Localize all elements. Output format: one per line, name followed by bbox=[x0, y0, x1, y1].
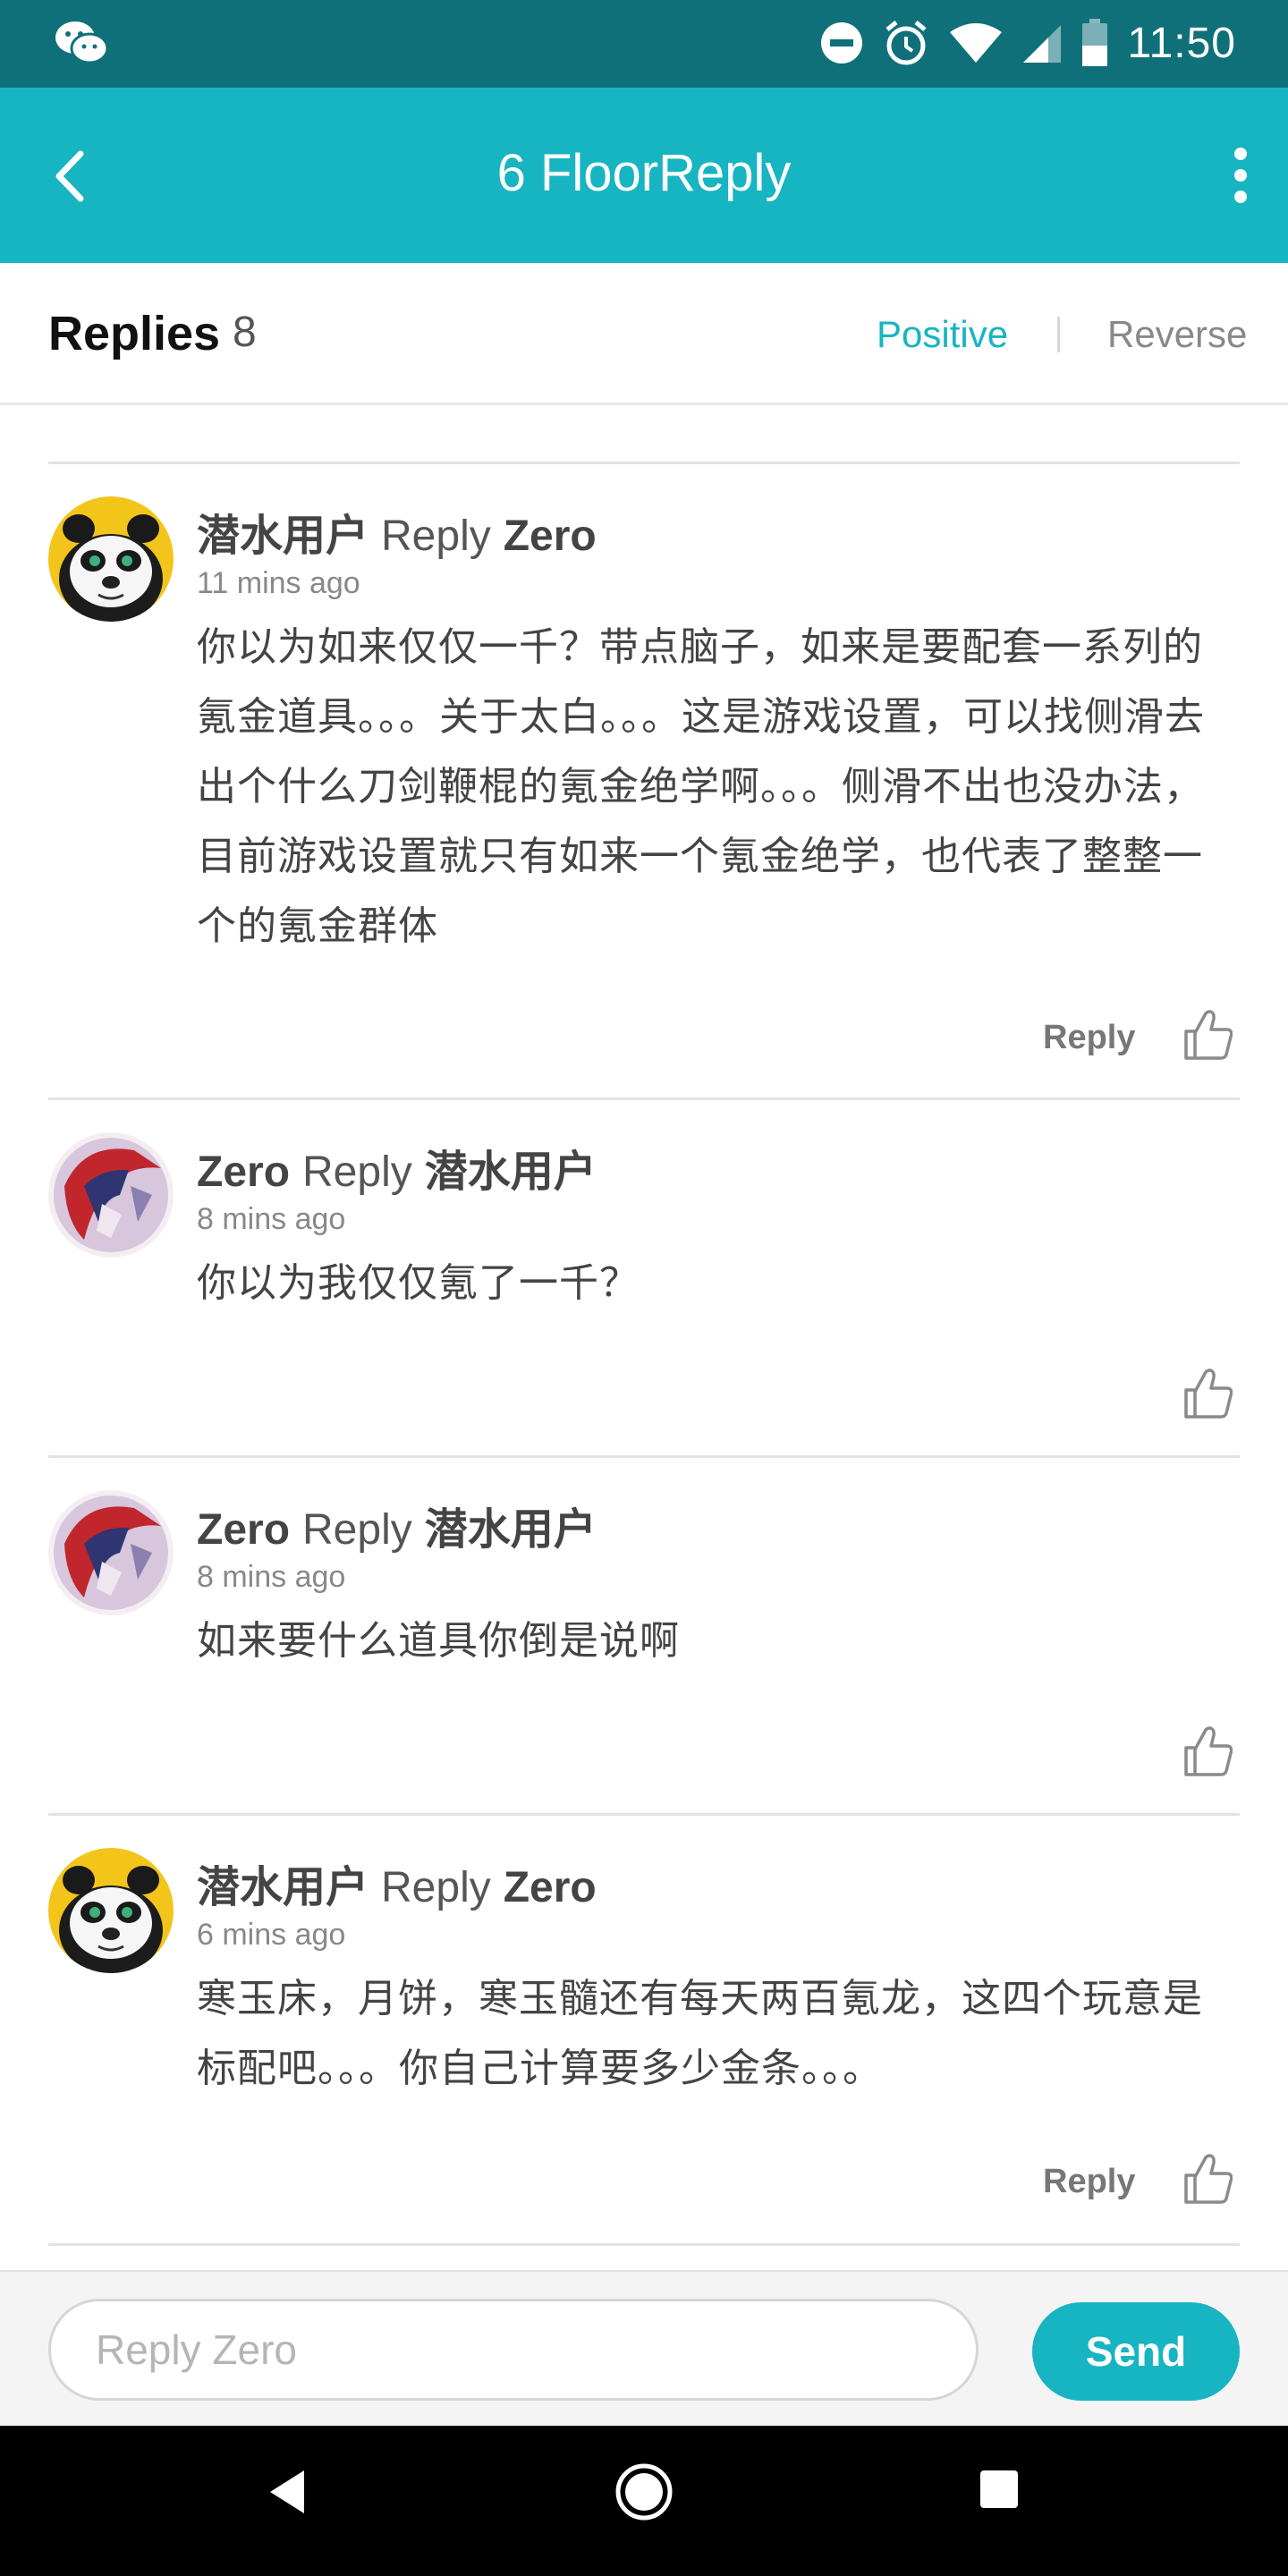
comment-item: 潜水用户 Reply Zero 11 mins ago 你以为如来仅仅一千？带点脑子… bbox=[0, 464, 1288, 1097]
thumbs-up-icon[interactable] bbox=[1182, 1367, 1233, 1420]
comment-text: 如来要什么道具你倒是说啊 bbox=[197, 1618, 680, 1664]
reply-composer: Reply Zero Send bbox=[0, 2270, 1288, 2428]
system-nav-bar bbox=[0, 2426, 1288, 2576]
sort-positive-tab[interactable]: Positive bbox=[877, 313, 1008, 356]
signal-icon bbox=[1023, 25, 1062, 63]
comment-item: Zero Reply 潜水用户 8 mins ago 你以为我仅仅氪了一千？ bbox=[0, 1100, 1288, 1455]
thumbs-up-icon[interactable] bbox=[1182, 1724, 1233, 1778]
comment-text: 你以为如来仅仅一千？带点脑子，如来是要配套一系列的氪金道具。。。关于太白。。。这… bbox=[197, 624, 1205, 949]
more-vert-icon[interactable] bbox=[1225, 143, 1256, 208]
do-not-disturb-icon bbox=[821, 22, 863, 64]
reply-word: Reply bbox=[381, 513, 491, 560]
comment-author[interactable]: Zero bbox=[197, 1506, 290, 1554]
comment-author[interactable]: 潜水用户 bbox=[197, 1864, 369, 1911]
page-title: 6 FloorReply bbox=[496, 144, 792, 202]
status-bar: 11:50 bbox=[0, 0, 1288, 88]
reply-target[interactable]: Zero bbox=[504, 513, 597, 560]
replies-label: Replies bbox=[48, 307, 221, 360]
thumbs-up-icon[interactable] bbox=[1182, 1008, 1233, 1062]
comment-time: 6 mins ago bbox=[197, 1918, 346, 1952]
reply-word: Reply bbox=[302, 1506, 412, 1554]
comment-time: 11 mins ago bbox=[197, 566, 360, 600]
comment-text: 寒玉床，月饼，寒玉髓还有每天两百氪龙，这四个玩意是标配吧。。。你自己计算要多少金… bbox=[197, 1976, 1203, 2091]
nav-home-icon[interactable] bbox=[614, 2462, 674, 2522]
app-bar: 6 FloorReply bbox=[0, 88, 1288, 263]
reply-target[interactable]: 潜水用户 bbox=[425, 1506, 597, 1554]
avatar[interactable] bbox=[48, 1490, 174, 1615]
reply-button[interactable]: Reply bbox=[1043, 1019, 1135, 1057]
comment-author[interactable]: Zero bbox=[197, 1148, 290, 1196]
replies-count: 8 bbox=[233, 309, 257, 356]
nav-recents-icon[interactable] bbox=[979, 2469, 1020, 2510]
comment-header: Zero Reply 潜水用户 bbox=[197, 1136, 597, 1199]
comment-item: 潜水用户 Reply Zero 6 mins ago 寒玉床，月饼，寒玉髓还有每天两… bbox=[0, 1816, 1288, 2243]
comment-time: 8 mins ago bbox=[197, 1202, 346, 1236]
sort-reverse-tab[interactable]: Reverse bbox=[1107, 313, 1247, 356]
comment-header: 潜水用户 Reply Zero bbox=[197, 500, 597, 563]
nav-back-icon[interactable] bbox=[265, 2465, 309, 2519]
avatar[interactable] bbox=[48, 1848, 174, 1973]
battery-icon bbox=[1082, 19, 1108, 66]
comment-header: 潜水用户 Reply Zero bbox=[197, 1852, 597, 1914]
replies-header: Replies 8 Positive Reverse bbox=[0, 263, 1288, 405]
thumbs-up-icon[interactable] bbox=[1182, 2152, 1233, 2206]
alarm-icon bbox=[886, 21, 927, 65]
avatar[interactable] bbox=[48, 496, 174, 622]
send-button[interactable]: Send bbox=[1032, 2302, 1240, 2401]
comment-header: Zero Reply 潜水用户 bbox=[197, 1494, 597, 1556]
reply-word: Reply bbox=[381, 1864, 491, 1911]
clock-time: 11:50 bbox=[1127, 19, 1236, 67]
comment-author[interactable]: 潜水用户 bbox=[197, 513, 369, 560]
wechat-icon bbox=[55, 21, 109, 64]
reply-word: Reply bbox=[302, 1148, 412, 1196]
comment-text: 你以为我仅仅氪了一千？ bbox=[197, 1260, 640, 1306]
wifi-icon bbox=[950, 23, 1003, 63]
reply-input[interactable]: Reply Zero bbox=[48, 2299, 979, 2401]
reply-button[interactable]: Reply bbox=[1043, 2163, 1135, 2201]
reply-target[interactable]: Zero bbox=[504, 1864, 597, 1911]
comment-time: 8 mins ago bbox=[197, 1560, 346, 1594]
sort-divider bbox=[1057, 317, 1060, 352]
comment-divider bbox=[48, 2243, 1240, 2246]
thumbs-up-icon[interactable] bbox=[1182, 394, 1233, 420]
reply-target[interactable]: 潜水用户 bbox=[425, 1148, 597, 1196]
comment-item: Zero Reply 潜水用户 8 mins ago 如来要什么道具你倒是说啊 bbox=[0, 1458, 1288, 1813]
avatar[interactable] bbox=[48, 1132, 174, 1258]
